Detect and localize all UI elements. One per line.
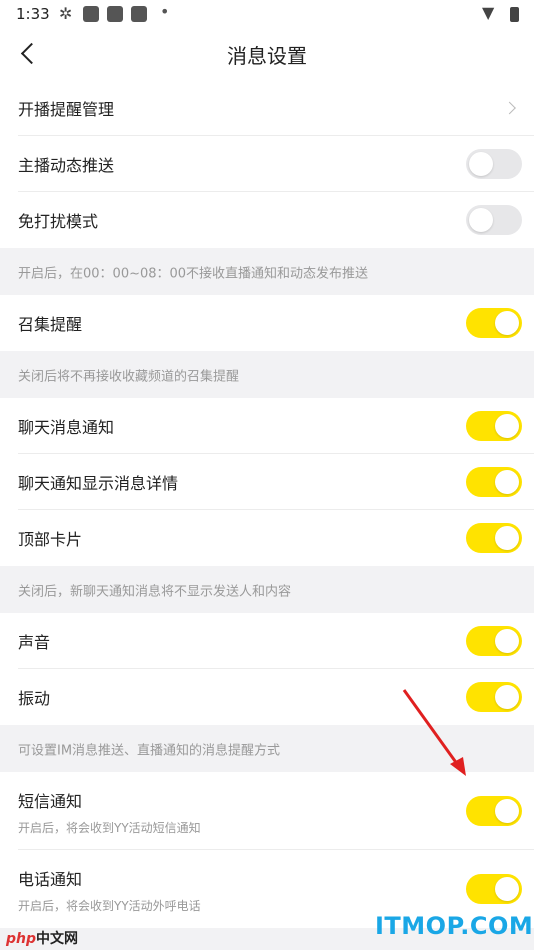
- gather-note-text: 关闭后将不再接收收藏频道的召集提醒: [18, 369, 240, 384]
- more-notifications-icon: •: [160, 2, 170, 21]
- dnd-label: 免打扰模式: [18, 212, 99, 231]
- gather-note: 关闭后将不再接收收藏频道的召集提醒: [0, 351, 534, 398]
- phone-label: 电话通知: [18, 870, 83, 889]
- battery-icon: [510, 7, 519, 22]
- app-notification-icon: ✲: [59, 4, 73, 23]
- top-card-row: 顶部卡片: [0, 510, 534, 566]
- chat-detail-label: 聊天通知显示消息详情: [18, 474, 179, 493]
- chat-notify-label: 聊天消息通知: [18, 418, 115, 437]
- dnd-note: 开启后，在00：00~08：00不接收直播通知和动态发布推送: [0, 248, 534, 295]
- chat-detail-toggle[interactable]: [466, 467, 522, 497]
- gather-toggle[interactable]: [466, 308, 522, 338]
- toggle-knob: [495, 414, 519, 438]
- status-time: 1:33: [16, 5, 50, 23]
- nav-bar: 消息设置: [0, 28, 534, 80]
- toggle-knob: [495, 629, 519, 653]
- sms-row: 短信通知 开启后，将会收到YY活动短信通知: [0, 772, 534, 850]
- notification-icon: [131, 6, 147, 22]
- anchor-push-label: 主播动态推送: [18, 156, 115, 175]
- sms-label: 短信通知: [18, 792, 83, 811]
- live-remind-label: 开播提醒管理: [18, 100, 115, 119]
- anchor-push-row: 主播动态推送: [0, 136, 534, 192]
- chat-detail-row: 聊天通知显示消息详情: [0, 454, 534, 510]
- sound-note-text: 可设置IM消息推送、直播通知的消息提醒方式: [18, 743, 281, 758]
- toggle-knob: [469, 208, 493, 232]
- toggle-knob: [495, 526, 519, 550]
- toggle-knob: [495, 311, 519, 335]
- toggle-knob: [495, 685, 519, 709]
- chat-notify-row: 聊天消息通知: [0, 398, 534, 454]
- phone-sub: 开启后，将会收到YY活动外呼电话: [18, 899, 201, 913]
- chat-notify-toggle[interactable]: [466, 411, 522, 441]
- status-bar: 1:33 ✲ • ▼: [0, 0, 534, 28]
- top-card-toggle[interactable]: [466, 523, 522, 553]
- top-card-label: 顶部卡片: [18, 530, 83, 549]
- wifi-icon: ▼: [482, 3, 495, 22]
- toggle-knob: [495, 799, 519, 823]
- dnd-toggle[interactable]: [466, 205, 522, 235]
- anchor-push-toggle[interactable]: [466, 149, 522, 179]
- dnd-note-text: 开启后，在00：00~08：00不接收直播通知和动态发布推送: [18, 266, 369, 281]
- php-watermark-text: php: [6, 931, 37, 947]
- sms-toggle[interactable]: [466, 796, 522, 826]
- live-remind-row[interactable]: 开播提醒管理: [0, 80, 534, 136]
- sound-toggle[interactable]: [466, 626, 522, 656]
- php-watermark-cn: 中文网: [36, 931, 79, 947]
- dnd-row: 免打扰模式: [0, 192, 534, 248]
- toggle-knob: [495, 470, 519, 494]
- page-title: 消息设置: [227, 44, 307, 68]
- chevron-right-icon: [503, 101, 516, 115]
- red-arrow-annotation: [402, 689, 466, 776]
- gather-label: 召集提醒: [18, 315, 83, 334]
- chat-note-text: 关闭后，新聊天通知消息将不显示发送人和内容: [18, 584, 292, 599]
- notification-icon: [107, 6, 123, 22]
- sound-label: 声音: [18, 633, 51, 652]
- php-watermark: php中文网: [6, 928, 78, 948]
- vibrate-label: 振动: [18, 689, 51, 708]
- toggle-knob: [469, 152, 493, 176]
- phone-toggle[interactable]: [466, 874, 522, 904]
- itmop-watermark: ITMOP.COM: [375, 912, 534, 940]
- sms-sub: 开启后，将会收到YY活动短信通知: [18, 821, 201, 835]
- arrow-shaft: [402, 689, 462, 769]
- sound-row: 声音: [0, 613, 534, 669]
- chat-note: 关闭后，新聊天通知消息将不显示发送人和内容: [0, 566, 534, 613]
- notification-icon: [83, 6, 99, 22]
- toggle-knob: [495, 877, 519, 901]
- gather-row: 召集提醒: [0, 295, 534, 351]
- settings-list: 开播提醒管理 主播动态推送 免打扰模式 开启后，在00：00~08：00不接收直…: [0, 80, 534, 928]
